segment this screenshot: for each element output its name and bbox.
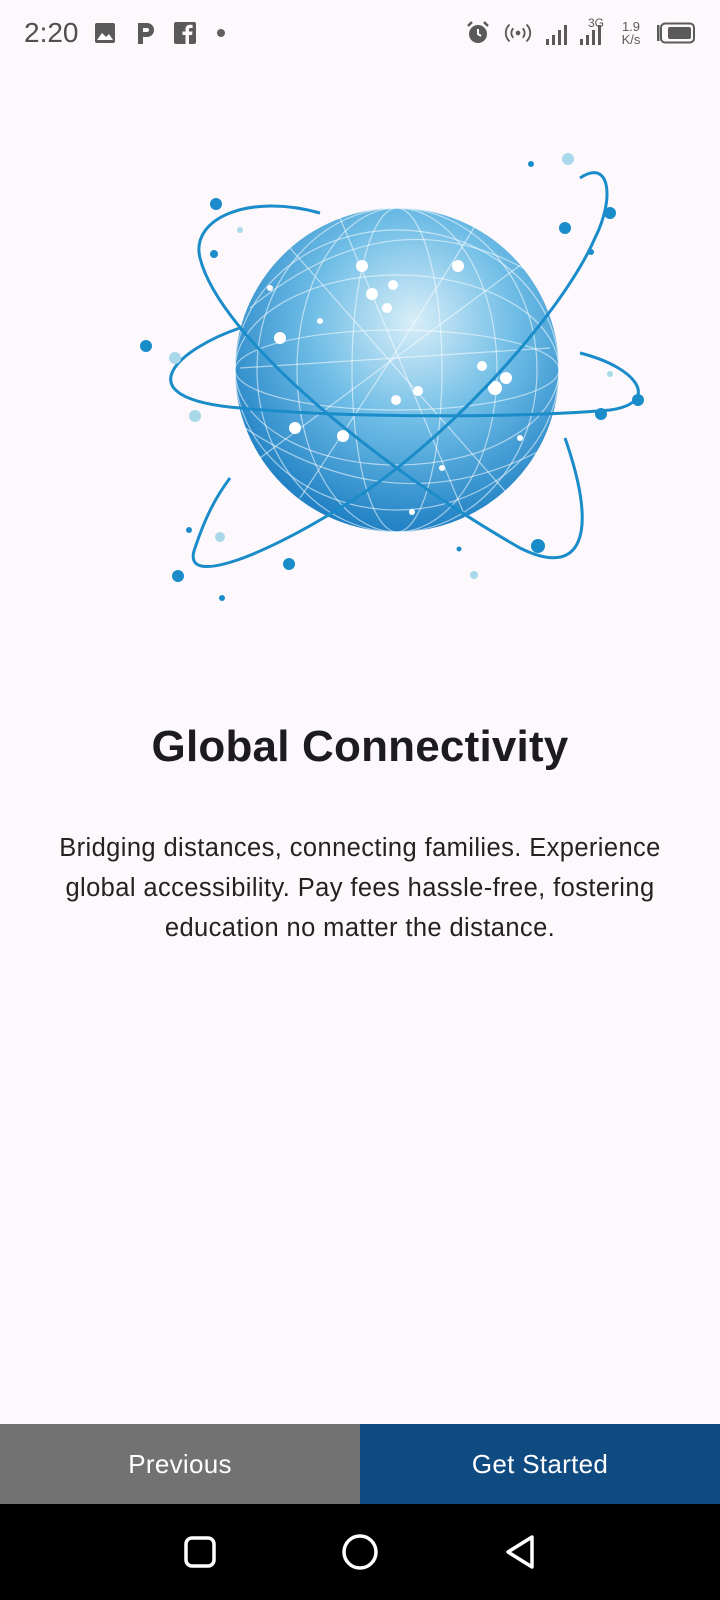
status-bar: 2:20 3G 1.9 K/s — [0, 0, 720, 66]
back-icon[interactable] — [492, 1524, 548, 1580]
status-left: 2:20 — [24, 17, 225, 49]
system-navigation-bar — [0, 1504, 720, 1600]
facebook-icon — [171, 19, 199, 47]
previous-button[interactable]: Previous — [0, 1424, 360, 1504]
alarm-icon — [464, 19, 492, 47]
get-started-button[interactable]: Get Started — [360, 1424, 720, 1504]
recents-icon[interactable] — [172, 1524, 228, 1580]
speed-unit: K/s — [621, 32, 641, 47]
status-time: 2:20 — [24, 17, 79, 48]
onboarding-description: Bridging distances, connecting families.… — [59, 834, 661, 942]
home-icon[interactable] — [332, 1524, 388, 1580]
network-type: 3G — [588, 16, 605, 30]
p-app-icon — [131, 19, 159, 47]
onboarding-title: Global Connectivity — [151, 722, 569, 771]
image-icon — [91, 19, 119, 47]
hotspot-icon — [504, 19, 532, 47]
network-speed: 1.9 K/s — [618, 20, 644, 46]
dot-icon — [216, 29, 225, 37]
status-right: 3G 1.9 K/s — [464, 16, 696, 47]
battery-icon — [656, 19, 696, 47]
globe-illustration — [140, 148, 660, 618]
bottom-button-bar: Previous Get Started — [0, 1424, 720, 1504]
